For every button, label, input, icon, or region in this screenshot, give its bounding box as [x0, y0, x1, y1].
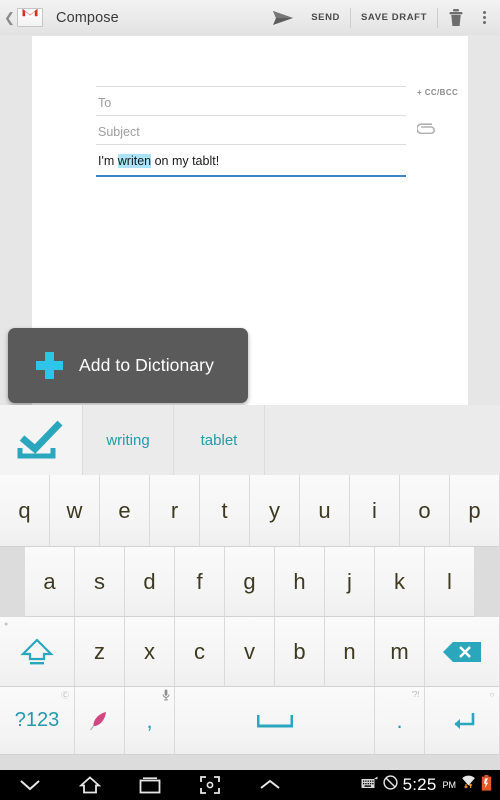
plus-icon [36, 352, 63, 379]
compose-fields: To Subject I'm writen on my tablt! [96, 58, 406, 177]
spacebar-key[interactable] [175, 687, 375, 755]
to-input[interactable]: To [98, 96, 111, 110]
backspace-icon[interactable] [425, 617, 500, 687]
divider [350, 7, 351, 28]
key-g[interactable]: g [225, 547, 275, 617]
key-k[interactable]: k [375, 547, 425, 617]
spacebar-icon [256, 714, 293, 727]
mute-icon [383, 775, 398, 795]
body-underline-focused [96, 175, 406, 177]
subject-field-row[interactable]: Subject [96, 116, 406, 145]
page-title: Compose [56, 9, 119, 26]
key-t[interactable]: t [200, 475, 250, 547]
subject-input[interactable]: Subject [98, 125, 140, 139]
divider [437, 7, 438, 28]
key-q[interactable]: q [0, 475, 50, 547]
add-to-dictionary-label: Add to Dictionary [79, 355, 214, 375]
period-key-label: . [396, 707, 403, 733]
send-button[interactable]: SEND [303, 12, 348, 23]
key-y[interactable]: y [250, 475, 300, 547]
key-j[interactable]: j [325, 547, 375, 617]
wifi-icon [461, 775, 476, 795]
key-n[interactable]: n [325, 617, 375, 687]
key-d[interactable]: d [125, 547, 175, 617]
keyboard-row-3: ● z x c v b n m [0, 617, 500, 687]
symbols-key-label: ?123 [14, 709, 60, 731]
keyboard-row-1: q w e r t y u i o p [0, 475, 500, 547]
key-s[interactable]: s [75, 547, 125, 617]
key-b[interactable]: b [275, 617, 325, 687]
keyboard-status-icon [361, 776, 378, 794]
key-u[interactable]: u [300, 475, 350, 547]
home-icon[interactable] [60, 776, 120, 794]
body-text-prefix: I'm [98, 154, 118, 168]
key-o[interactable]: o [400, 475, 450, 547]
key-m[interactable]: m [375, 617, 425, 687]
key-r[interactable]: r [150, 475, 200, 547]
symbols-key[interactable]: Ⓒ ?123 [0, 687, 75, 755]
save-draft-button[interactable]: SAVE DRAFT [353, 12, 435, 23]
misspelled-word[interactable]: writen [117, 154, 152, 168]
clock-time: 5:25 [402, 775, 437, 794]
suggestion-word-0[interactable]: writing [83, 405, 174, 475]
period-key[interactable]: '?! . [375, 687, 425, 755]
period-hint: '?! [411, 690, 420, 699]
trash-icon[interactable] [440, 8, 472, 27]
keyboard: writing tablet q w e r t y u i o p a s d [0, 405, 500, 770]
screenshot-icon[interactable] [180, 776, 240, 794]
suggestion-empty-area [265, 405, 500, 475]
quill-icon[interactable] [75, 687, 125, 755]
comma-key[interactable]: , [125, 687, 175, 755]
key-x[interactable]: x [125, 617, 175, 687]
checkmark-icon[interactable] [0, 405, 83, 475]
to-field-row[interactable]: To [96, 87, 406, 116]
cc-bcc-button[interactable]: + CC/BCC [417, 88, 458, 97]
chevron-up-icon[interactable] [240, 779, 300, 791]
key-p[interactable]: p [450, 475, 500, 547]
add-to-dictionary-popup[interactable]: Add to Dictionary [8, 328, 248, 403]
back-chevron-icon[interactable]: ❮ [3, 11, 16, 24]
enter-hint-icon: ○ [489, 690, 494, 699]
key-f[interactable]: f [175, 547, 225, 617]
recent-apps-icon[interactable] [120, 776, 180, 794]
suggestion-word-1[interactable]: tablet [174, 405, 265, 475]
from-field-row[interactable] [96, 58, 406, 87]
shift-hint: ● [4, 621, 8, 628]
enter-icon[interactable]: ○ [425, 687, 500, 755]
battery-low-icon [481, 774, 492, 796]
action-bar: ❮ Compose SEND SAVE DRAFT [0, 0, 500, 36]
microphone-icon [162, 689, 170, 703]
key-c[interactable]: c [175, 617, 225, 687]
screen: ❮ Compose SEND SAVE DRAFT To Subject I'm… [0, 0, 500, 800]
shift-icon[interactable]: ● [0, 617, 75, 687]
overflow-menu-icon[interactable] [472, 11, 500, 24]
body-field-row[interactable]: I'm writen on my tablt! [96, 145, 406, 177]
paperclip-icon[interactable] [416, 120, 437, 139]
key-v[interactable]: v [225, 617, 275, 687]
key-e[interactable]: e [100, 475, 150, 547]
clock-ampm: PM [442, 780, 457, 790]
suggestion-strip: writing tablet [0, 405, 500, 475]
body-text-suffix: on my tablt! [151, 154, 220, 168]
key-w[interactable]: w [50, 475, 100, 547]
key-h[interactable]: h [275, 547, 325, 617]
key-l[interactable]: l [425, 547, 475, 617]
comma-key-label: , [146, 707, 153, 733]
gmail-envelope-icon [21, 9, 39, 17]
key-i[interactable]: i [350, 475, 400, 547]
keyboard-row-4: Ⓒ ?123 , '?! . ○ [0, 687, 500, 755]
key-z[interactable]: z [75, 617, 125, 687]
send-arrow-icon[interactable] [272, 10, 294, 26]
settings-hint-icon: Ⓒ [61, 691, 69, 700]
keyboard-row-2: a s d f g h j k l [0, 547, 500, 617]
status-icons[interactable]: 5:25 PM [361, 774, 500, 796]
key-a[interactable]: a [25, 547, 75, 617]
navigation-bar: 5:25 PM [0, 770, 500, 800]
body-input[interactable]: I'm writen on my tablt! [98, 154, 219, 168]
chevron-down-icon[interactable] [0, 778, 60, 792]
gmail-logo[interactable] [17, 8, 43, 27]
